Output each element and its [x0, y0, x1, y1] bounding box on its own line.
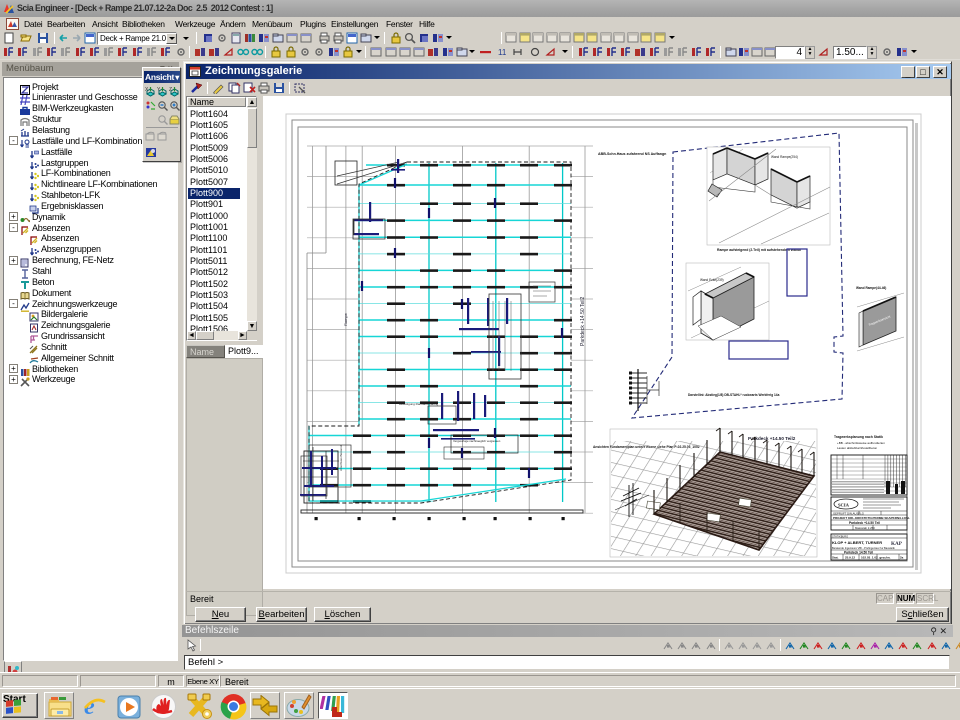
svg-text:Wand Ecke(239): Wand Ecke(239)	[700, 278, 724, 282]
svg-text:Wand Rampe(254): Wand Rampe(254)	[771, 155, 798, 159]
svg-text:Lasten abklebbar/Zustellbeton: Lasten abklebbar/Zustellbeton	[837, 446, 878, 450]
svg-text:Z: Z	[169, 87, 172, 93]
svg-text:Rampe: Rampe	[343, 312, 348, 326]
svg-text:Tragwerksplanung nach Statik: Tragwerksplanung nach Statik	[834, 435, 883, 439]
svg-text:Wand Rampe(44-46): Wand Rampe(44-46)	[856, 286, 886, 290]
svg-text:102.03_1.02_gezchn.: 102.03_1.02_gezchn.	[861, 556, 891, 560]
svg-text:PROJEKT KRL.KRKSTKTN-PKRMB SK: PROJEKT KRL.KRKSTKTN-PKRMB SKAPKRN/LLOSL	[833, 516, 910, 520]
svg-text:Parkdeck +14.50 Teil2: Parkdeck +14.50 Teil2	[580, 297, 586, 346]
svg-text:Massstab 1:250: Massstab 1:250	[855, 526, 875, 530]
svg-text:Darstellini: Abstieg(1/8) DB-S: Darstellini: Abstieg(1/8) DB-STAHL* ruck…	[688, 393, 780, 397]
svg-text:STATIKBURO: STATIKBURO	[832, 534, 848, 538]
svg-text:Beratende Ingenieure VBI - Pru: Beratende Ingenieure VBI - Prufingenieur…	[832, 546, 895, 550]
svg-text:Stat.: Stat.	[832, 556, 839, 560]
svg-text:Parkdeck +14.50 Teil: Parkdeck +14.50 Teil	[849, 521, 880, 525]
svg-text:25.9.12: 25.9.12	[845, 556, 855, 560]
svg-text:Parkdeck 14.50 Teil: Parkdeck 14.50 Teil	[844, 550, 873, 554]
svg-text:+BB - abschnittsweise auffundi: +BB - abschnittsweise auffundierten	[837, 441, 885, 445]
svg-text:SCIA: SCIA	[838, 503, 850, 508]
svg-text:Befestigung Randabschalung: Befestigung Randabschalung	[399, 402, 439, 406]
svg-text:2a: 2a	[900, 556, 904, 560]
svg-text:ABB-Schn.Haus zufahrend NS A: ABB-Schn.Haus zufahrend NS Auffangn	[598, 152, 666, 156]
svg-text:Vergussfuge nachtraeglich verg: Vergussfuge nachtraeglich vergiessen	[453, 439, 501, 443]
svg-text:KLOP + ALBERT, TURNER: KLOP + ALBERT, TURNER	[832, 540, 882, 545]
svg-text:Anschluss Bestand: Anschluss Bestand	[339, 445, 343, 471]
svg-text:GEPRUFT DIN.AUSFLG: GEPRUFT DIN.AUSFLG	[833, 511, 864, 515]
svg-text:11: 11	[498, 48, 507, 57]
